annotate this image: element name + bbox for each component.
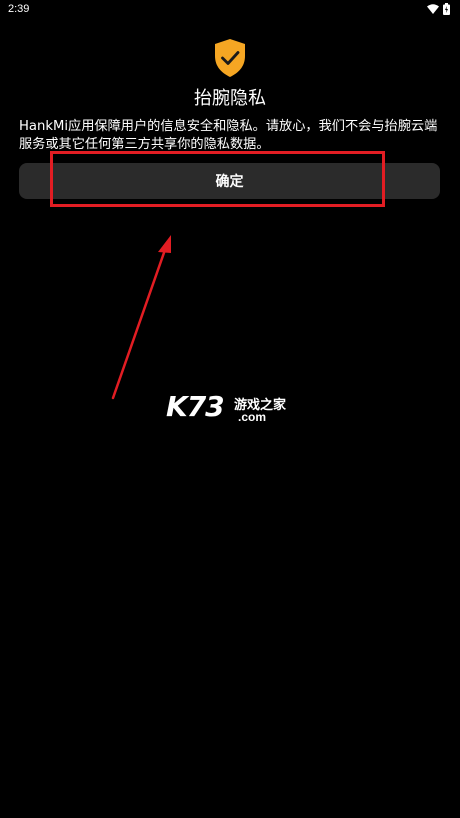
status-time: 2:39 — [8, 3, 30, 15]
watermark-brand: K73 — [166, 390, 225, 423]
dialog-title: 抬腕隐私 — [194, 88, 266, 109]
status-bar: 2:39 — [0, 0, 460, 20]
confirm-button-label: 确定 — [215, 174, 244, 190]
wifi-icon — [427, 4, 439, 14]
battery-icon — [443, 3, 450, 15]
annotation-arrow — [111, 235, 171, 400]
watermark-logo: K73 游戏之家 .com — [166, 390, 306, 434]
confirm-button[interactable]: 确定 — [19, 163, 440, 199]
privacy-description: HankMi应用保障用户的信息安全和隐私。请放心，我们不会与抬腕云端服务或其它任… — [19, 119, 438, 152]
status-icons — [427, 3, 450, 15]
watermark-domain: .com — [238, 410, 267, 424]
shield-check-icon — [212, 38, 248, 78]
